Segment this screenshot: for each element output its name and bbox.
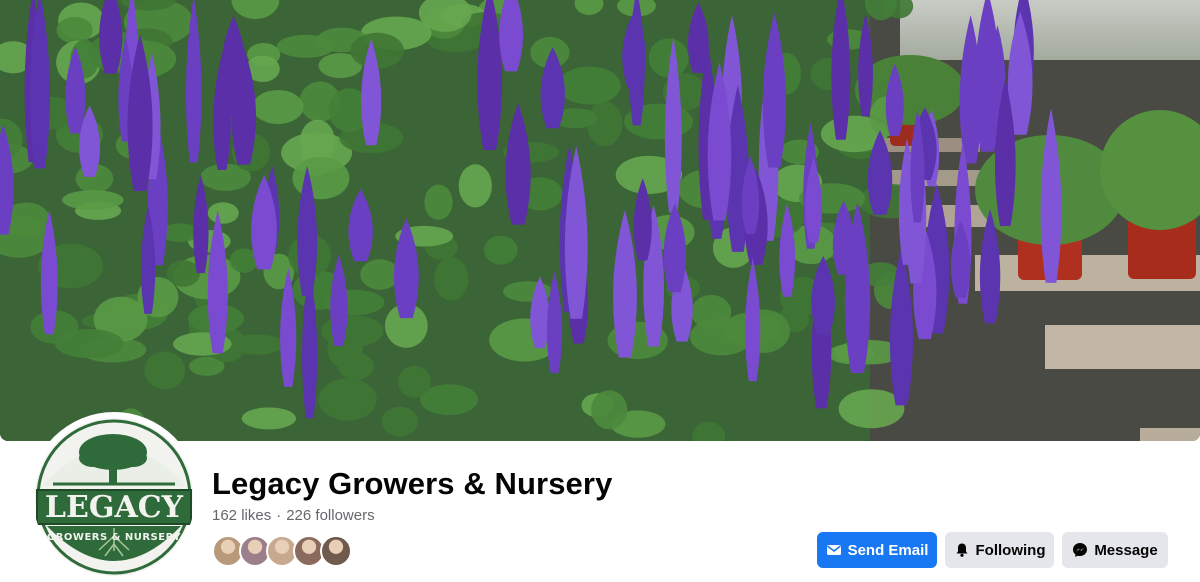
following-button[interactable]: Following xyxy=(945,532,1054,568)
messenger-icon xyxy=(1072,542,1088,558)
page-title: Legacy Growers & Nursery xyxy=(212,466,613,501)
following-label: Following xyxy=(975,541,1046,559)
legacy-logo: LEGACY GROWERS & NURSERY xyxy=(33,416,195,578)
likes-count[interactable]: 162 likes xyxy=(212,507,271,524)
bell-icon xyxy=(954,542,970,558)
cover-photo[interactable] xyxy=(0,0,1200,441)
message-label: Message xyxy=(1094,541,1158,559)
send-email-button[interactable]: Send Email xyxy=(817,532,937,568)
send-email-label: Send Email xyxy=(847,541,929,559)
friend-avatars[interactable] xyxy=(212,535,352,567)
cover-image xyxy=(0,0,1200,441)
svg-text:GROWERS & NURSERY: GROWERS & NURSERY xyxy=(47,532,181,543)
svg-text:LEGACY: LEGACY xyxy=(45,490,184,525)
profile-picture[interactable]: LEGACY GROWERS & NURSERY xyxy=(29,412,199,582)
friend-avatar-5[interactable] xyxy=(320,535,352,567)
page-stats: 162 likes · 226 followers xyxy=(212,507,375,524)
mail-icon xyxy=(826,542,842,558)
stats-separator: · xyxy=(276,507,282,524)
followers-count[interactable]: 226 followers xyxy=(286,507,374,524)
message-button[interactable]: Message xyxy=(1062,532,1168,568)
